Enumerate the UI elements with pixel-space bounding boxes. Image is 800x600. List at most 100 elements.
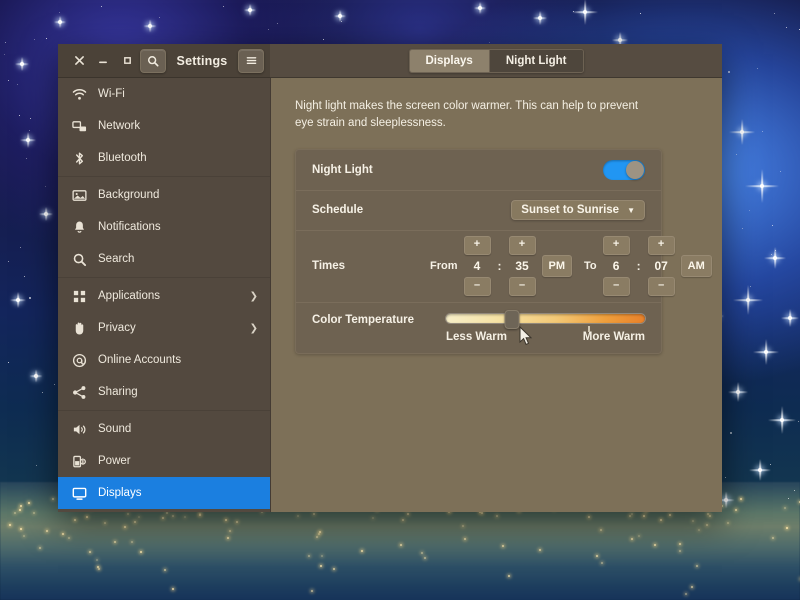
sidebar-item-mouse-touchpad[interactable]: Mouse & Touchpad: [58, 509, 270, 512]
to-minute-decrement-button[interactable]: –: [648, 277, 675, 296]
power-battery-icon: [72, 454, 87, 469]
view-tabs: Displays Night Light: [409, 49, 584, 73]
sidebar-item-label: Sound: [98, 423, 258, 435]
tab-displays[interactable]: Displays: [410, 50, 489, 72]
to-minute-stepper[interactable]: + 07 –: [648, 236, 675, 296]
sidebar-item-online-accounts[interactable]: Online Accounts: [58, 344, 270, 376]
night-light-description: Night light makes the screen color warme…: [295, 98, 655, 133]
to-period-button[interactable]: AM: [681, 255, 712, 277]
night-light-label: Night Light: [312, 164, 430, 176]
times-label: Times: [312, 260, 430, 272]
from-period-button[interactable]: PM: [542, 255, 573, 277]
maximize-icon[interactable]: [116, 50, 138, 72]
minimize-icon[interactable]: [92, 50, 114, 72]
sidebar-divider: [58, 410, 270, 411]
from-minute-increment-button[interactable]: +: [509, 236, 536, 255]
sidebar-item-bluetooth[interactable]: Bluetooth: [58, 142, 270, 174]
to-hour-decrement-button[interactable]: –: [603, 277, 630, 296]
bluetooth-icon: [72, 151, 87, 166]
to-label: To: [584, 260, 597, 272]
color-temperature-row: Color Temperature Less Warm More Warm: [296, 302, 661, 353]
chevron-down-icon: ▼: [627, 206, 635, 215]
slider-min-label: Less Warm: [446, 331, 507, 343]
headerbar-left: Settings: [58, 44, 270, 78]
sidebar-item-sound[interactable]: Sound: [58, 413, 270, 445]
night-light-control: [430, 160, 645, 180]
headerbar-right: Displays Night Light: [270, 44, 722, 78]
from-hour-stepper[interactable]: + 4 –: [464, 236, 491, 296]
night-light-toggle[interactable]: [603, 160, 645, 180]
wifi-icon: [72, 87, 87, 102]
sidebar-item-power[interactable]: Power: [58, 445, 270, 477]
chevron-right-icon: ❯: [250, 323, 258, 334]
sidebar-divider: [58, 277, 270, 278]
schedule-label: Schedule: [312, 204, 430, 216]
sidebar-item-label: Notifications: [98, 221, 258, 233]
from-label: From: [430, 260, 458, 272]
chevron-right-icon: ❯: [250, 291, 258, 302]
sidebar-item-background[interactable]: Background: [58, 179, 270, 211]
sidebar-item-label: Online Accounts: [98, 354, 258, 366]
grid-apps-icon: [72, 289, 87, 304]
schedule-value: Sunset to Sunrise: [521, 204, 619, 216]
settings-sidebar: Wi-Fi Network Bluetooth Background Notificat…: [58, 78, 271, 512]
sidebar-divider: [58, 176, 270, 177]
to-hour-increment-button[interactable]: +: [603, 236, 630, 255]
sidebar-item-label: Search: [98, 253, 258, 265]
background-image-icon: [72, 188, 87, 203]
sidebar-item-wi-fi[interactable]: Wi-Fi: [58, 78, 270, 110]
search-icon: [72, 252, 87, 267]
times-row: Times From + 4 – : +: [296, 230, 661, 302]
sidebar-item-label: Privacy: [98, 322, 239, 334]
sidebar-item-displays[interactable]: Displays: [58, 477, 270, 509]
schedule-row: Schedule Sunset to Sunrise ▼: [296, 190, 661, 230]
tab-night-light[interactable]: Night Light: [489, 50, 583, 72]
sidebar-item-notifications[interactable]: Notifications: [58, 211, 270, 243]
toggle-knob: [626, 161, 644, 179]
hamburger-menu-icon[interactable]: [238, 49, 264, 73]
sidebar-item-sharing[interactable]: Sharing: [58, 376, 270, 408]
sidebar-item-label: Network: [98, 120, 258, 132]
window-body: Wi-Fi Network Bluetooth Background Notificat…: [58, 78, 722, 512]
from-minute-decrement-button[interactable]: –: [509, 277, 536, 296]
sidebar-item-network[interactable]: Network: [58, 110, 270, 142]
slider-scale-labels: Less Warm More Warm: [446, 331, 645, 343]
slider-max-label: More Warm: [583, 331, 645, 343]
to-time-separator: :: [636, 259, 642, 273]
bell-icon: [72, 220, 87, 235]
window-headerbar: Settings Displays Night Light: [58, 44, 722, 78]
page-title: Settings: [168, 54, 236, 68]
from-minute-stepper[interactable]: + 35 –: [509, 236, 536, 296]
to-hour-value[interactable]: 6: [603, 256, 630, 276]
search-icon[interactable]: [140, 49, 166, 73]
from-hour-decrement-button[interactable]: –: [464, 277, 491, 296]
speaker-icon: [72, 422, 87, 437]
sidebar-item-label: Wi-Fi: [98, 88, 258, 100]
color-temperature-label: Color Temperature: [312, 314, 430, 326]
monitor-icon: [72, 486, 87, 501]
from-time-separator: :: [497, 259, 503, 273]
to-minute-value[interactable]: 07: [648, 256, 675, 276]
sidebar-item-label: Sharing: [98, 386, 258, 398]
times-control: From + 4 – : + 35 –: [430, 236, 712, 296]
network-icon: [72, 119, 87, 134]
color-temperature-slider[interactable]: [446, 314, 645, 323]
close-icon[interactable]: [68, 50, 90, 72]
schedule-dropdown[interactable]: Sunset to Sunrise ▼: [511, 200, 645, 220]
to-minute-increment-button[interactable]: +: [648, 236, 675, 255]
from-minute-value[interactable]: 35: [509, 256, 536, 276]
night-light-panel: Night light makes the screen color warme…: [271, 78, 722, 512]
night-light-row: Night Light: [296, 150, 661, 190]
color-temperature-control: Less Warm More Warm: [430, 314, 645, 343]
time-spinners: From + 4 – : + 35 –: [430, 236, 712, 296]
sidebar-item-label: Displays: [98, 487, 258, 499]
from-hour-value[interactable]: 4: [464, 256, 491, 276]
from-hour-increment-button[interactable]: +: [464, 236, 491, 255]
sidebar-item-search[interactable]: Search: [58, 243, 270, 275]
settings-window: Settings Displays Night Light Wi-Fi Netwo…: [58, 44, 722, 512]
sidebar-item-applications[interactable]: Applications❯: [58, 280, 270, 312]
to-hour-stepper[interactable]: + 6 –: [603, 236, 630, 296]
sidebar-item-privacy[interactable]: Privacy ❯: [58, 312, 270, 344]
slider-handle[interactable]: [504, 310, 519, 329]
share-nodes-icon: [72, 385, 87, 400]
